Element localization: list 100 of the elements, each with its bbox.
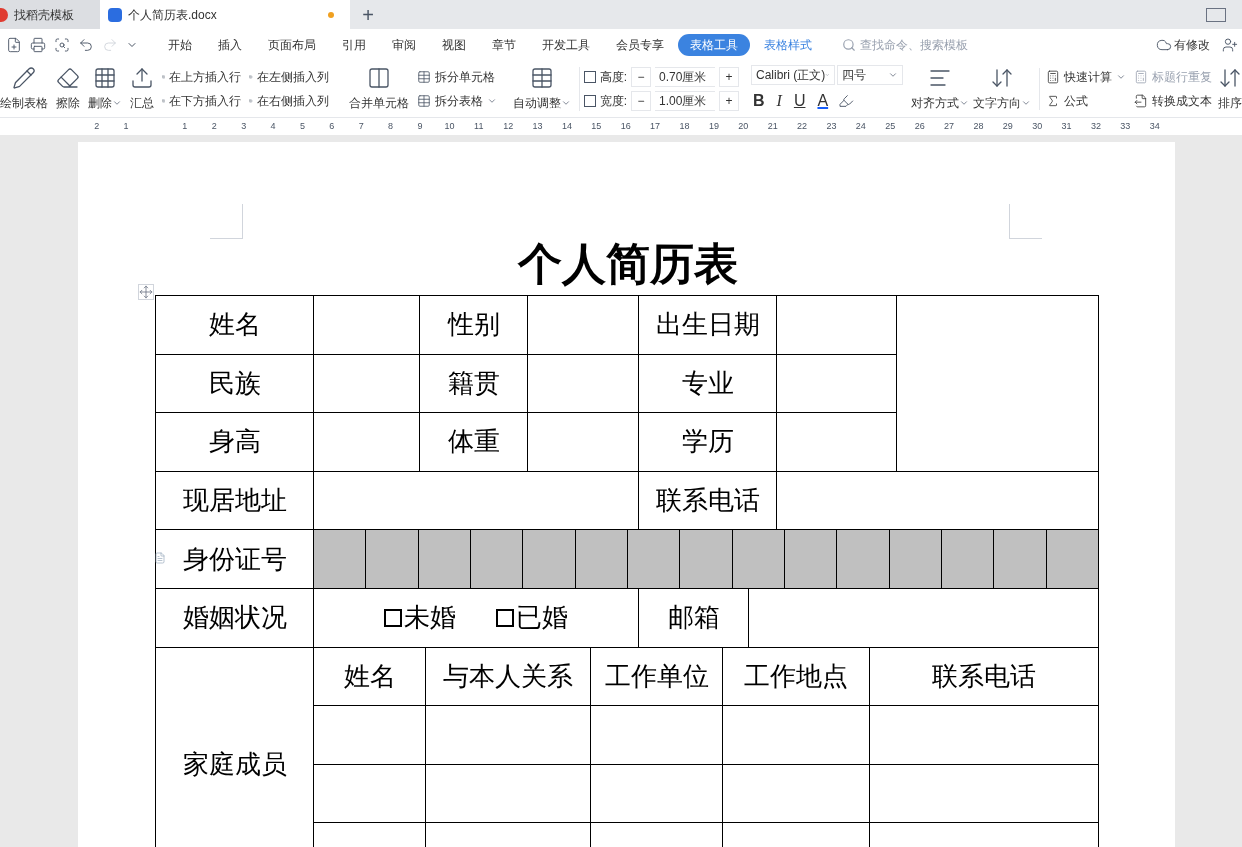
ruler-number: 1 <box>123 120 129 131</box>
autofit-icon <box>529 66 554 90</box>
sync-status[interactable]: 有修改 <box>1174 36 1210 54</box>
ribbon-button[interactable]: 在左侧插入列 <box>249 68 329 86</box>
table-cell: 现居地址 <box>156 471 314 531</box>
document-tab[interactable]: 找稻壳模板 <box>0 0 100 29</box>
ribbon-button[interactable]: 拆分单元格 <box>416 68 497 86</box>
ruler-number: 13 <box>532 120 543 131</box>
ribbon-tab[interactable]: 会员专享 <box>604 34 676 56</box>
ribbon-tab[interactable]: 审阅 <box>380 34 428 56</box>
preview-icon[interactable] <box>54 37 70 53</box>
size-icon <box>583 71 596 83</box>
ribbon-button[interactable]: 汇总 <box>126 66 158 112</box>
size-field[interactable]: 0.70厘米 <box>655 67 715 87</box>
undo-icon[interactable] <box>78 37 94 53</box>
id-digit-cell <box>1046 530 1099 589</box>
ribbon-tab[interactable]: 插入 <box>206 34 254 56</box>
table-cell: 婚姻状况 <box>156 588 314 648</box>
font-size-select[interactable]: 四号 <box>837 65 903 85</box>
format-button[interactable]: B <box>751 89 767 113</box>
ribbon-button[interactable]: 擦除 <box>52 66 84 112</box>
id-digit-cell <box>680 530 733 589</box>
decrease-button[interactable]: − <box>631 91 651 111</box>
collaborate-icon[interactable] <box>1222 37 1238 53</box>
table-move-icon[interactable] <box>138 284 154 300</box>
checkbox[interactable] <box>496 608 514 627</box>
increase-button[interactable]: + <box>719 67 739 87</box>
table-cell: 邮箱 <box>639 588 749 648</box>
ribbon-button[interactable]: 转换成文本 <box>1134 92 1212 110</box>
ribbon-tab[interactable]: 视图 <box>430 34 478 56</box>
caret-icon <box>1116 72 1126 82</box>
table-cell: 性别 <box>420 296 528 355</box>
ruler-number: 21 <box>767 120 778 131</box>
ruler-number: 9 <box>417 120 423 131</box>
eraser-icon <box>56 66 80 90</box>
ribbon-tab[interactable]: 开发工具 <box>530 34 602 56</box>
highlighter-icon[interactable] <box>838 93 855 109</box>
table-cell: 身高 <box>156 413 314 472</box>
document-icon <box>154 552 166 565</box>
format-button[interactable]: U <box>791 89 808 113</box>
id-digit-cell <box>732 530 785 589</box>
ruler-number: 15 <box>591 120 602 131</box>
ribbon-button[interactable]: 文字方向 <box>973 66 1031 112</box>
search-icon <box>842 38 856 52</box>
ribbon-tab[interactable]: 表格样式 <box>752 34 824 56</box>
font-select[interactable]: Calibri (正文) <box>751 65 835 85</box>
ribbon-button[interactable]: 在上方插入行 <box>162 68 242 86</box>
ribbon-tab[interactable]: 开始 <box>156 34 204 56</box>
ruler-number: 27 <box>944 120 955 131</box>
save-icon[interactable] <box>6 37 22 53</box>
ribbon-button[interactable]: 在下方插入行 <box>162 92 242 110</box>
print-icon[interactable] <box>30 37 46 53</box>
table-cell: 专业 <box>639 354 777 414</box>
increase-button[interactable]: + <box>719 91 739 111</box>
split-icon <box>416 70 431 84</box>
ribbon-tab[interactable]: 表格工具 <box>678 34 750 56</box>
ribbon-button[interactable]: 在右侧插入列 <box>249 92 329 110</box>
calculator-icon <box>1046 70 1060 84</box>
decrease-button[interactable]: − <box>631 67 651 87</box>
cloud-icon <box>1156 37 1172 53</box>
ribbon-button[interactable]: 合并单元格 <box>344 66 413 112</box>
ribbon-button[interactable]: 拆分表格 <box>416 92 497 110</box>
ribbon-button[interactable]: 删除 <box>84 66 126 112</box>
caret-icon <box>486 96 497 106</box>
ruler-number: 14 <box>561 120 572 131</box>
option-label: 未婚 <box>404 602 456 635</box>
ribbon-button[interactable]: 自动调整 <box>512 66 571 112</box>
ruler-number: 33 <box>1120 120 1131 131</box>
ribbon-button[interactable]: 公式 <box>1046 92 1126 110</box>
id-digit-cell <box>314 530 367 589</box>
split-icon <box>416 94 431 108</box>
id-digit-cell <box>418 530 471 589</box>
ribbon-button[interactable]: 对齐方式 <box>911 66 969 112</box>
format-button[interactable]: A <box>815 89 831 113</box>
id-digit-cell <box>994 530 1047 589</box>
table-cell: 民族 <box>156 354 314 414</box>
ruler-number: 7 <box>358 120 364 131</box>
new-tab-button[interactable]: + <box>350 0 386 29</box>
search-field[interactable]: 查找命令、搜索模板 <box>842 36 1042 54</box>
document-tab[interactable]: 个人简历表.docx <box>100 0 350 29</box>
ribbon-button[interactable]: 绘制表格 <box>0 66 52 112</box>
field-label: 高度: <box>599 69 627 86</box>
ribbon-tab[interactable]: 引用 <box>330 34 378 56</box>
grid-icon <box>93 66 117 90</box>
id-digit-cell <box>889 530 942 589</box>
id-digit-cell <box>523 530 576 589</box>
table-cell: 与本人关系 <box>426 647 591 707</box>
format-button[interactable]: I <box>774 89 784 113</box>
ribbon-tab[interactable]: 页面布局 <box>256 34 328 56</box>
ribbon-button[interactable]: 排序 <box>1218 66 1242 112</box>
document-title: 个人简历表 <box>517 239 738 291</box>
page-view-icon[interactable] <box>1206 7 1226 22</box>
ribbon-button[interactable]: 快速计算 <box>1046 68 1126 86</box>
size-field[interactable]: 1.00厘米 <box>655 91 715 111</box>
option-label: 已婚 <box>516 602 568 635</box>
word-icon <box>108 7 122 22</box>
merge-cells-icon <box>366 66 391 90</box>
checkbox[interactable] <box>384 608 402 627</box>
convert-icon <box>1134 94 1148 108</box>
ribbon-tab[interactable]: 章节 <box>480 34 528 56</box>
